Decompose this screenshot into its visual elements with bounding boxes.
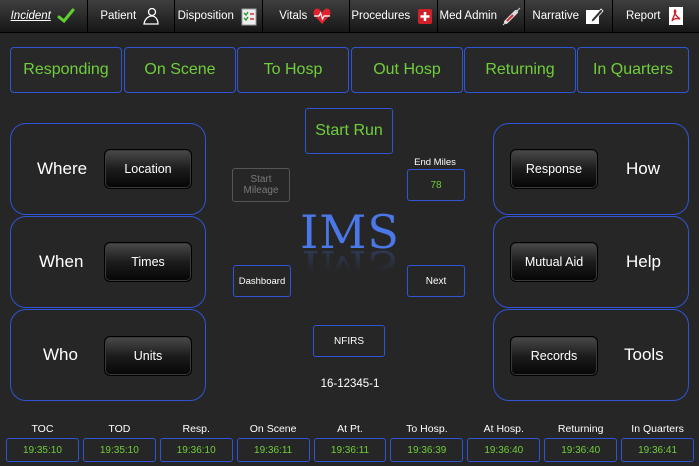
tab-disposition[interactable]: Disposition — [175, 0, 263, 32]
time-label: Returning — [557, 423, 604, 435]
pdf-icon — [668, 7, 683, 25]
time-toc: TOC 19:35:10 — [6, 422, 79, 462]
time-value[interactable]: 19:36:40 — [544, 438, 618, 462]
tools-label: Tools — [624, 345, 664, 364]
times-row: TOC 19:35:10 TOD 19:35:10 Resp. 19:36:10… — [6, 422, 695, 462]
clipboard-icon — [241, 8, 257, 26]
tab-label: Med Admin — [439, 10, 498, 22]
time-label: In Quarters — [631, 423, 684, 435]
status-returning-button[interactable]: Returning — [464, 47, 576, 93]
time-tod: TOD 19:35:10 — [82, 422, 156, 462]
next-button[interactable]: Next — [407, 265, 465, 297]
start-run-button[interactable]: Start Run — [305, 108, 393, 154]
help-panel: Mutual Aid Help — [493, 216, 689, 308]
time-to-hosp: To Hosp. 19:36:39 — [390, 422, 464, 462]
tab-narrative[interactable]: Narrative — [525, 0, 613, 32]
status-on-scene-button[interactable]: On Scene — [124, 47, 236, 93]
start-mileage-button[interactable]: Start Mileage — [232, 168, 290, 202]
time-returning: Returning 19:36:40 — [544, 422, 618, 462]
how-label: How — [626, 159, 661, 178]
when-label: When — [39, 252, 84, 271]
who-label: Who — [43, 345, 78, 364]
tab-procedures[interactable]: Procedures — [350, 0, 438, 32]
time-value[interactable]: 19:36:11 — [236, 438, 310, 462]
heart-icon — [313, 8, 331, 24]
run-number: 16-12345-1 — [320, 378, 380, 390]
nfirs-button[interactable]: NFIRS — [313, 325, 385, 357]
tab-label: Incident — [10, 10, 51, 22]
status-responding-button[interactable]: Responding — [10, 47, 122, 93]
where-label: Where — [37, 159, 88, 178]
time-value[interactable]: 19:35:10 — [82, 438, 156, 462]
person-outline-icon — [143, 7, 159, 25]
when-panel: When Times — [10, 216, 206, 308]
dashboard-button[interactable]: Dashboard — [233, 265, 291, 297]
time-label: On Scene — [249, 423, 297, 435]
where-panel: Where Location — [10, 123, 206, 215]
time-value[interactable]: 19:35:10 — [6, 438, 79, 462]
status-to-hosp-button[interactable]: To Hosp — [237, 47, 349, 93]
time-value[interactable]: 19:36:41 — [621, 438, 695, 462]
tab-vitals[interactable]: Vitals — [262, 0, 350, 32]
time-value[interactable]: 19:36:10 — [159, 438, 233, 462]
medical-kit-icon — [418, 9, 433, 24]
time-label: Resp. — [182, 423, 210, 435]
tab-label: Vitals — [279, 10, 308, 22]
time-label: At Hosp. — [483, 423, 524, 435]
time-at-hosp: At Hosp. 19:36:40 — [467, 422, 541, 462]
ims-logo-reflection: IMS — [301, 240, 399, 294]
tab-patient[interactable]: Patient — [87, 0, 175, 32]
tab-label: Report — [625, 10, 661, 22]
time-label: At Pt. — [337, 423, 363, 435]
time-in-quarters: In Quarters 19:36:41 — [621, 422, 695, 462]
times-button[interactable]: Times — [104, 242, 192, 282]
tab-incident[interactable]: Incident — [0, 0, 88, 32]
help-label: Help — [626, 252, 661, 271]
tab-label: Narrative — [532, 10, 580, 22]
how-panel: Response How — [493, 123, 689, 215]
time-label: To Hosp. — [406, 423, 448, 435]
time-at-pt: At Pt. 19:36:11 — [313, 422, 387, 462]
status-out-hosp-button[interactable]: Out Hosp — [351, 47, 463, 93]
who-panel: Who Units — [10, 309, 206, 401]
time-label: TOD — [108, 423, 131, 435]
time-on-scene: On Scene 19:36:11 — [236, 422, 310, 462]
time-value[interactable]: 19:36:39 — [390, 438, 464, 462]
syringe-icon — [502, 7, 521, 26]
tab-med-admin[interactable]: Med Admin — [437, 0, 525, 32]
pencil-note-icon — [586, 8, 604, 24]
time-value[interactable]: 19:36:11 — [313, 438, 387, 462]
response-button[interactable]: Response — [510, 149, 598, 189]
time-resp: Resp. 19:36:10 — [159, 422, 233, 462]
top-tab-bar: Incident Patient Disposition Vitals Proc… — [0, 0, 699, 33]
tab-label: Procedures — [351, 10, 411, 22]
tools-panel: Records Tools — [493, 309, 689, 401]
end-miles-label: End Miles — [414, 157, 456, 168]
end-miles-field[interactable]: 78 — [407, 169, 465, 201]
location-button[interactable]: Location — [104, 149, 192, 189]
time-label: TOC — [31, 423, 54, 435]
tab-report[interactable]: Report — [612, 0, 699, 32]
records-button[interactable]: Records — [510, 336, 598, 376]
checkmark-icon — [57, 8, 75, 24]
units-button[interactable]: Units — [104, 336, 192, 376]
time-value[interactable]: 19:36:40 — [467, 438, 541, 462]
status-in-quarters-button[interactable]: In Quarters — [577, 47, 689, 93]
mutual-aid-button[interactable]: Mutual Aid — [510, 242, 598, 282]
tab-label: Patient — [100, 10, 137, 22]
tab-label: Disposition — [177, 10, 234, 22]
